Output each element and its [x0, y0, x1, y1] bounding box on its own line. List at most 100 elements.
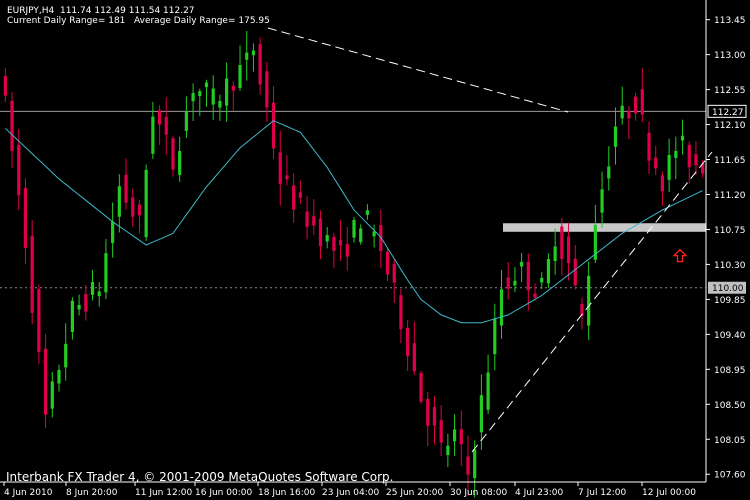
x-tick-label: 11 Jun 12:00	[135, 488, 192, 498]
candle-body	[654, 157, 658, 169]
candle-body	[526, 261, 530, 291]
candle-body	[151, 116, 155, 154]
y-tick-label: 110.75	[714, 226, 746, 236]
level-tag: 110.00	[708, 281, 746, 294]
candle-body	[466, 456, 470, 475]
candle-body	[647, 132, 651, 161]
candle-body	[43, 348, 48, 415]
candle-body	[238, 65, 242, 88]
candle-body	[50, 381, 54, 409]
candle-body	[687, 144, 691, 168]
candle-body	[144, 169, 148, 238]
x-tick-label: 30 Jun 08:00	[450, 488, 507, 498]
y-tick-label: 110.30	[714, 261, 746, 271]
candle-body	[473, 449, 477, 479]
candle-body	[587, 275, 591, 326]
header-line-1: EURJPY,H4 111.74 112.49 111.54 112.27	[7, 6, 195, 16]
candle-body	[191, 92, 195, 102]
candle-body	[493, 318, 497, 355]
candle-body	[385, 251, 390, 275]
y-tick-label: 108.50	[714, 401, 746, 411]
candle-body	[372, 231, 376, 237]
y-tick-label: 108.95	[714, 366, 746, 376]
candle-body	[124, 174, 128, 203]
candle-body	[412, 343, 416, 372]
current-price-label: 112.27	[712, 108, 744, 118]
candle-body	[90, 282, 95, 295]
candle-body	[278, 152, 282, 185]
candle-body	[513, 280, 517, 286]
candle	[144, 164, 148, 241]
candle-body	[137, 204, 142, 216]
candle-body	[620, 105, 624, 119]
y-tick-label: 111.20	[714, 191, 746, 201]
candle-body	[84, 294, 88, 312]
candle-body	[667, 155, 671, 180]
x-tick-label: 8 Jun 20:00	[66, 488, 118, 498]
y-tick-label: 109.40	[714, 331, 746, 341]
candle-body	[305, 211, 309, 227]
x-tick-label: 7 Jul 12:00	[578, 488, 627, 498]
candle-body	[157, 110, 162, 125]
candle-body	[57, 370, 61, 384]
candle-body	[164, 116, 168, 135]
candle-body	[573, 258, 577, 286]
candle-body	[292, 185, 296, 210]
candle-body	[674, 150, 678, 158]
y-tick-label: 108.05	[714, 436, 746, 446]
candle-body	[184, 111, 188, 131]
x-tick-label: 23 Jun 04:00	[322, 488, 379, 498]
candle-body	[245, 52, 249, 60]
candle-body	[439, 420, 443, 443]
y-tick-label: 112.55	[714, 86, 746, 96]
y-tick-label: 111.65	[714, 156, 746, 166]
candle-body	[178, 151, 182, 175]
candle-body	[325, 235, 329, 242]
candle-body	[546, 258, 551, 284]
y-tick-label: 109.85	[714, 296, 746, 306]
candle-body	[225, 78, 229, 106]
x-tick-label: 18 Jun 16:00	[258, 488, 315, 498]
candle-body	[560, 226, 564, 260]
candle-body	[446, 445, 450, 456]
candle-body	[285, 175, 289, 180]
candle-body	[553, 246, 557, 261]
candle-body	[265, 71, 269, 108]
candle-body	[634, 96, 638, 114]
candle-body	[204, 82, 209, 88]
candle-body	[318, 218, 323, 247]
candle-body	[352, 219, 356, 238]
candle-body	[426, 398, 430, 426]
candle-body	[30, 235, 34, 313]
candle-body	[258, 44, 262, 85]
candle-body	[198, 91, 202, 97]
support-band	[503, 223, 706, 232]
candle-body	[694, 154, 698, 166]
candle-body	[680, 135, 685, 141]
x-tick-label: 4 Jun 2010	[4, 488, 53, 498]
candle-body	[600, 189, 604, 213]
y-tick-label: 112.10	[714, 121, 746, 131]
header-line-2: Current Daily Range= 181 Average Daily R…	[7, 16, 270, 26]
candle-body	[211, 88, 215, 105]
candle-body	[338, 240, 343, 246]
candle-body	[406, 327, 410, 357]
price-chart[interactable]: 113.45 113.00 112.55 112.10 111.65 111.20 110.…	[0, 0, 750, 500]
copyright-text: Interbank FX Trader 4, © 2001-2009 MetaQ…	[6, 470, 394, 484]
candle-body	[218, 101, 222, 108]
candle-body	[345, 244, 349, 257]
candle-body	[399, 295, 403, 330]
candle-body	[432, 407, 437, 426]
candle-body	[70, 300, 74, 333]
candle-body	[171, 138, 175, 170]
candle-body	[640, 89, 644, 115]
candle-body	[271, 102, 276, 149]
candle-body	[520, 261, 524, 267]
candle-body	[479, 395, 483, 433]
y-tick-label: 113.45	[714, 16, 746, 26]
candle-body	[77, 304, 81, 310]
candle-body	[10, 100, 14, 151]
candle-body	[607, 166, 611, 179]
candle-body	[104, 253, 108, 293]
x-tick-label: 12 Jul 00:00	[642, 488, 696, 498]
